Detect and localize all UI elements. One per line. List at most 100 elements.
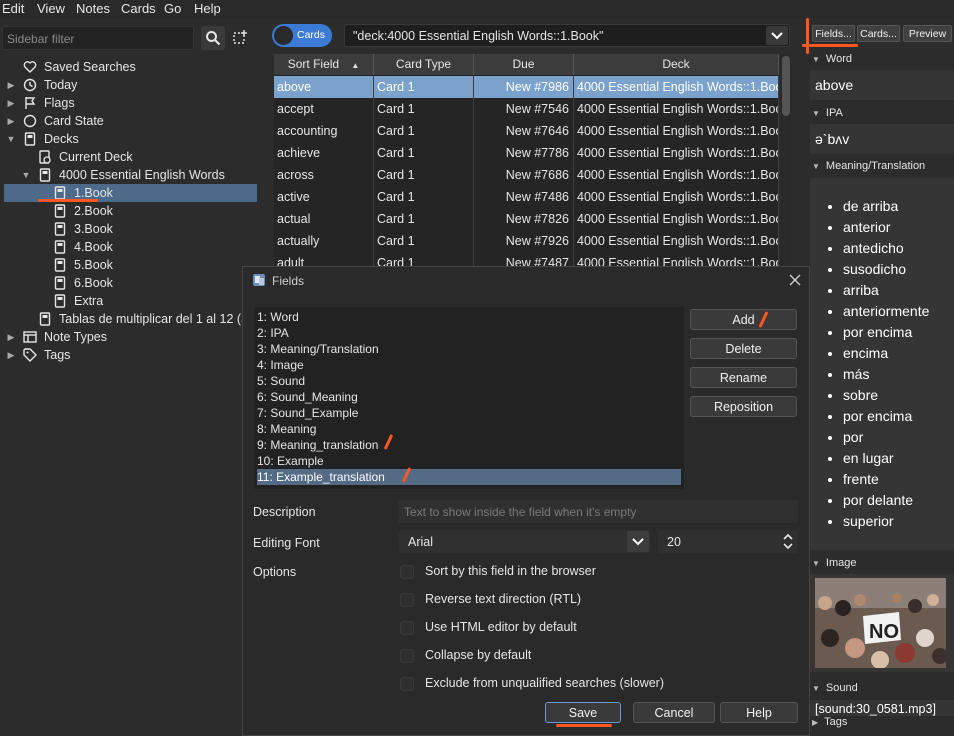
menu-view[interactable]: View: [37, 1, 65, 16]
table-row[interactable]: actual Card 1 New #7826 4000 Essential Engl…: [274, 208, 779, 230]
column-header[interactable]: Sort Field ▲: [274, 54, 374, 75]
description-label: Description: [253, 505, 316, 519]
table-row[interactable]: accounting Card 1 New #7646 4000 Essential …: [274, 120, 779, 142]
column-header[interactable]: Deck: [574, 54, 779, 75]
column-header[interactable]: Due: [474, 54, 574, 75]
sidebar-item[interactable]: 5.Book: [4, 256, 257, 274]
field-list-item[interactable]: 5: Sound: [257, 373, 681, 389]
table-row[interactable]: above Card 1 New #7986 4000 Essential Engli…: [274, 76, 779, 98]
card-table: Sort Field ▲ Card Type Due Deck above Card 1N…: [274, 54, 779, 268]
chevron-right-icon[interactable]: ▶: [6, 346, 16, 364]
search-button[interactable]: [201, 26, 225, 50]
sidebar-item[interactable]: 4.Book: [4, 238, 257, 256]
search-input[interactable]: "deck:4000 Essential English Words::1.Bo…: [344, 24, 790, 47]
option-checkbox[interactable]: [400, 649, 414, 663]
field-list-item[interactable]: 10: Example: [257, 453, 681, 469]
field-list-item[interactable]: 8: Meaning: [257, 421, 681, 437]
sidebar-item[interactable]: ▶ Note Types: [4, 328, 257, 346]
sound-field[interactable]: [sound:30_0581.mp3]: [810, 700, 954, 716]
field-list-item[interactable]: 7: Sound_Example: [257, 405, 681, 421]
table-scrollbar[interactable]: [781, 54, 791, 268]
option-checkbox[interactable]: [400, 621, 414, 635]
sidebar-item[interactable]: Extra: [4, 292, 257, 310]
sidebar-item[interactable]: ▼ Decks: [4, 130, 257, 148]
chevron-right-icon[interactable]: ▶: [6, 112, 16, 130]
field-header-meaning[interactable]: ▼ Meaning/Translation: [812, 160, 925, 172]
sidebar-item[interactable]: ▼ 4000 Essential English Words: [4, 166, 257, 184]
sidebar-item[interactable]: 2.Book: [4, 202, 257, 220]
menu-notes[interactable]: Notes: [76, 1, 110, 16]
sidebar-item[interactable]: Tablas de multiplicar del 1 al 12 (Si...: [4, 310, 263, 328]
table-row[interactable]: actually Card 1 New #7926 4000 Essential En…: [274, 230, 779, 252]
description-input[interactable]: Text to show inside the field when it's …: [398, 500, 798, 523]
option-checkbox[interactable]: [400, 593, 414, 607]
option-label: Exclude from unqualified searches (slowe…: [425, 676, 664, 690]
app-icon: [253, 274, 265, 286]
menu-cards[interactable]: Cards: [121, 1, 156, 16]
sidebar-item[interactable]: ▶ Card State: [4, 112, 257, 130]
preview-button[interactable]: Preview: [903, 25, 952, 42]
search-history-dropdown[interactable]: [766, 26, 788, 45]
spin-arrows-icon[interactable]: [782, 532, 794, 551]
field-list-item[interactable]: 4: Image: [257, 357, 681, 373]
cards-notes-toggle[interactable]: Cards: [272, 24, 332, 47]
field-list-item[interactable]: 3: Meaning/Translation: [257, 341, 681, 357]
sidebar-item-label: Decks: [44, 132, 79, 146]
chevron-down-icon[interactable]: ▼: [6, 130, 16, 148]
chevron-down-icon[interactable]: ▼: [21, 166, 31, 184]
field-header-ipa[interactable]: ▼ IPA: [812, 107, 843, 119]
field-header-image[interactable]: ▼ Image: [812, 557, 857, 569]
table-row[interactable]: accept Card 1 New #7546 4000 Essential Engl…: [274, 98, 779, 120]
word-value: above: [815, 77, 854, 93]
menu-edit[interactable]: Edit: [2, 1, 24, 16]
field-list-item[interactable]: 2: IPA: [257, 325, 681, 341]
sidebar-item[interactable]: ▶ Tags: [4, 346, 257, 364]
cancel-button[interactable]: Cancel: [633, 702, 715, 723]
chevron-right-icon[interactable]: ▶: [6, 328, 16, 346]
field-header-word[interactable]: ▼ Word: [812, 53, 852, 65]
image-field[interactable]: NO: [810, 574, 954, 672]
description-placeholder: Text to show inside the field when it's …: [404, 505, 637, 519]
cards-button[interactable]: Cards...: [857, 25, 900, 42]
field-header-sound[interactable]: ▼ Sound: [812, 682, 858, 694]
table-row[interactable]: active Card 1 New #7486 4000 Essential Engl…: [274, 186, 779, 208]
table-row[interactable]: achieve Card 1 New #7786 4000 Essential Eng…: [274, 142, 779, 164]
sidebar-item[interactable]: Current Deck: [4, 148, 257, 166]
rename-button[interactable]: Rename: [690, 367, 797, 388]
select-tool-button[interactable]: [228, 26, 252, 50]
option-checkbox[interactable]: [400, 565, 414, 579]
font-select[interactable]: Arial: [398, 530, 650, 553]
sidebar-item[interactable]: Saved Searches: [4, 58, 257, 76]
close-icon[interactable]: [788, 273, 802, 287]
field-list[interactable]: 1: Word 2: IPA 3: Meaning/Translation 4: Im…: [254, 307, 684, 489]
add-button[interactable]: Add: [690, 309, 797, 330]
option-checkbox[interactable]: [400, 677, 414, 691]
reposition-button[interactable]: Reposition: [690, 396, 797, 417]
font-size-spinbox[interactable]: 20: [658, 530, 798, 553]
fields-button[interactable]: Fields...: [812, 25, 855, 42]
word-field[interactable]: above: [810, 70, 954, 100]
save-button[interactable]: Save: [545, 702, 621, 723]
meaning-field[interactable]: de arribaanteriorantedichosusodichoarrib…: [810, 178, 954, 550]
sidebar-item[interactable]: ▶ Today: [4, 76, 257, 94]
help-button[interactable]: Help: [720, 702, 798, 723]
field-list-item[interactable]: 11: Example_translation: [257, 469, 681, 485]
chevron-right-icon[interactable]: ▶: [6, 76, 16, 94]
sidebar-item[interactable]: 3.Book: [4, 220, 257, 238]
ipa-field[interactable]: ə`bʌv: [810, 124, 954, 154]
sidebar-item[interactable]: 6.Book: [4, 274, 257, 292]
field-list-item[interactable]: 1: Word: [257, 309, 681, 325]
field-list-item[interactable]: 6: Sound_Meaning: [257, 389, 681, 405]
tags-row[interactable]: ▶ Tags: [812, 716, 847, 728]
sidebar-filter-input[interactable]: Sidebar filter: [2, 26, 194, 50]
scrollbar-thumb[interactable]: [782, 56, 790, 116]
column-header[interactable]: Card Type: [374, 54, 474, 75]
menu-help[interactable]: Help: [194, 1, 221, 16]
chevron-right-icon[interactable]: ▶: [6, 94, 16, 112]
delete-button[interactable]: Delete: [690, 338, 797, 359]
table-row[interactable]: across Card 1 New #7686 4000 Essential Engl…: [274, 164, 779, 186]
field-list-item[interactable]: 9: Meaning_translation: [257, 437, 681, 453]
menu-go[interactable]: Go: [164, 1, 181, 16]
sidebar-item[interactable]: ▶ Flags: [4, 94, 257, 112]
font-dropdown-arrow[interactable]: [627, 531, 649, 552]
